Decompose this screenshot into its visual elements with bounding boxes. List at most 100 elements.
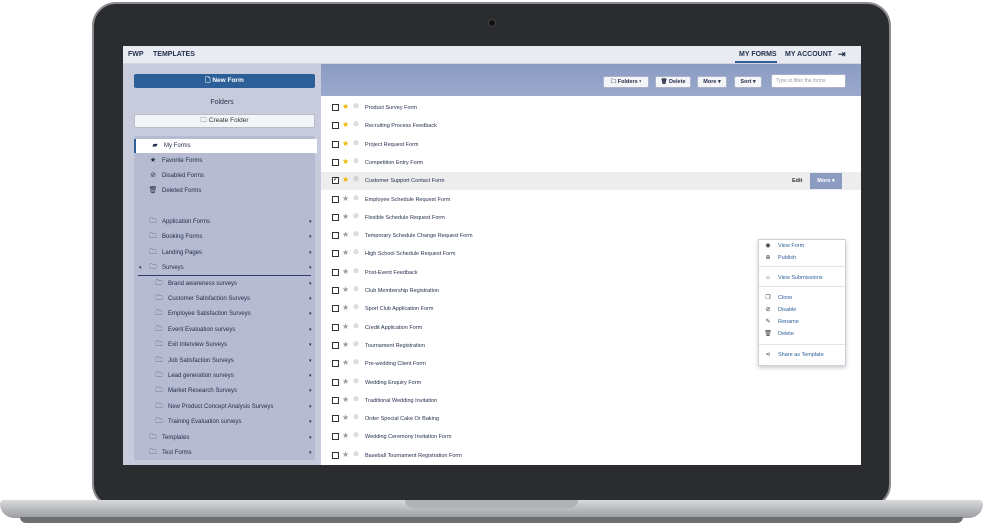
- my-account-link[interactable]: MY ACCOUNT: [785, 51, 832, 58]
- form-name[interactable]: Wedding Enquiry Form: [365, 379, 421, 387]
- disable-icon[interactable]: ⊘: [353, 194, 359, 204]
- favorite-star-icon[interactable]: ★: [342, 450, 349, 460]
- row-checkbox[interactable]: [332, 232, 339, 240]
- row-checkbox[interactable]: [332, 104, 339, 111]
- expand-caret-icon[interactable]: ▾: [139, 261, 142, 275]
- form-name[interactable]: Pre-wedding Client Form: [365, 360, 426, 368]
- form-row[interactable]: ★ ⊘ Competition Entry Form: [321, 154, 861, 172]
- folder-item[interactable]: 🗀 Event Evaluation surveys ▾: [134, 323, 315, 337]
- edit-form-link[interactable]: Edit: [792, 177, 802, 185]
- folder-menu-caret-icon[interactable]: ▾: [309, 307, 312, 321]
- favorite-star-icon[interactable]: ★: [342, 194, 349, 204]
- folders-dropdown-button[interactable]: 🗀 Folders ▾: [603, 76, 649, 88]
- folder-menu-caret-icon[interactable]: ▾: [309, 369, 312, 383]
- favorite-star-icon[interactable]: ★: [342, 413, 349, 423]
- row-checkbox[interactable]: [332, 305, 339, 313]
- row-checkbox[interactable]: [332, 213, 339, 221]
- folder-item[interactable]: 🗀 Templates ▾: [134, 431, 315, 445]
- form-row[interactable]: ★ ⊘ Baseball Tournament Registration Form: [321, 447, 861, 465]
- nav-item-deleted-forms[interactable]: 🗑 Deleted Forms: [134, 184, 315, 198]
- form-row[interactable]: ✓ ★ ⊘ Customer Support Contact Form Edit More…: [321, 172, 861, 191]
- folder-item[interactable]: 🗀 Landing Pages ▾: [134, 246, 315, 260]
- menu-item-share-as-template[interactable]: ⋖ Share as Template: [759, 350, 845, 360]
- folder-item[interactable]: 🗀 Job Satisfaction Surveys ▾: [134, 354, 315, 368]
- form-row[interactable]: ★ ⊘ Employee Schedule Request Form: [321, 191, 861, 209]
- folder-item[interactable]: 🗀 New Product Concept Analysis Surveys ▾: [134, 400, 315, 414]
- form-name[interactable]: Flexible Schedule Request Form: [365, 214, 445, 222]
- create-folder-button[interactable]: 🗀 Create Folder: [134, 114, 315, 128]
- folder-menu-caret-icon[interactable]: ▾: [309, 415, 312, 429]
- form-name[interactable]: Employee Schedule Request Form: [365, 196, 450, 204]
- form-row[interactable]: ★ ⊘ Wedding Enquiry Form: [321, 374, 861, 392]
- search-input[interactable]: Type to filter the forms: [771, 74, 846, 88]
- folder-menu-caret-icon[interactable]: ▾: [309, 230, 312, 244]
- row-checkbox[interactable]: [332, 158, 339, 166]
- folder-item[interactable]: ▾ 🗀 Surveys ▾: [134, 261, 315, 275]
- folder-menu-caret-icon[interactable]: ▾: [309, 215, 312, 229]
- menu-item-view-submissions[interactable]: ⌂ View Submissions: [759, 273, 845, 283]
- row-checkbox[interactable]: [332, 140, 339, 148]
- form-name[interactable]: Recruiting Process Feedback: [365, 122, 437, 130]
- sort-dropdown-button[interactable]: Sort ▾: [734, 76, 762, 88]
- form-name[interactable]: Club Membership Registration: [365, 287, 439, 295]
- disable-icon[interactable]: ⊘: [353, 267, 359, 277]
- row-checkbox[interactable]: [332, 360, 339, 368]
- form-name[interactable]: Baseball Tournament Registration Form: [365, 452, 462, 460]
- folder-item[interactable]: 🗀 Exit Interview Surveys ▾: [134, 338, 315, 352]
- row-checkbox[interactable]: [332, 250, 339, 258]
- disable-icon[interactable]: ⊘: [353, 450, 359, 460]
- form-name[interactable]: Competition Entry Form: [365, 159, 423, 167]
- row-checkbox[interactable]: [332, 195, 339, 203]
- favorite-star-icon[interactable]: ★: [342, 212, 349, 222]
- menu-item-clone[interactable]: ❐ Clone: [759, 293, 845, 303]
- disable-icon[interactable]: ⊘: [353, 431, 359, 441]
- menu-item-delete[interactable]: 🗑 Delete: [759, 329, 845, 339]
- disable-icon[interactable]: ⊘: [353, 248, 359, 258]
- disable-icon[interactable]: ⊘: [353, 175, 359, 185]
- row-checkbox[interactable]: [332, 396, 339, 404]
- row-checkbox[interactable]: [332, 451, 339, 459]
- form-name[interactable]: High School Schedule Request Form: [365, 250, 456, 258]
- form-row[interactable]: ★ ⊘ Traditional Wedding Invitation: [321, 392, 861, 410]
- folder-item[interactable]: 🗀 Training Evaluation surveys ▾: [134, 415, 315, 429]
- favorite-star-icon[interactable]: ★: [342, 285, 349, 295]
- form-name[interactable]: Order Special Cake Or Baking: [365, 415, 439, 423]
- folder-menu-caret-icon[interactable]: ▾: [309, 261, 312, 275]
- form-name[interactable]: Traditional Wedding Invitation: [365, 397, 437, 405]
- folder-menu-caret-icon[interactable]: ▾: [309, 446, 312, 460]
- favorite-star-icon[interactable]: ★: [342, 431, 349, 441]
- form-name[interactable]: Sport Club Application Form: [365, 305, 433, 313]
- row-checkbox[interactable]: [332, 415, 339, 423]
- logout-icon[interactable]: ⇥: [838, 49, 846, 60]
- favorite-star-icon[interactable]: ★: [342, 157, 349, 167]
- nav-item-favorite-forms[interactable]: ★ Favorite Forms: [134, 154, 315, 168]
- form-name[interactable]: Customer Support Contact Form: [365, 177, 444, 185]
- favorite-star-icon[interactable]: ★: [342, 395, 349, 405]
- favorite-star-icon[interactable]: ★: [342, 358, 349, 368]
- folder-menu-caret-icon[interactable]: ▾: [309, 431, 312, 445]
- folder-item[interactable]: 🗀 Test Forms ▾: [134, 446, 315, 460]
- menu-item-publish[interactable]: ⊕ Publish: [759, 253, 845, 263]
- form-name[interactable]: Product Survey Form: [365, 104, 417, 112]
- favorite-star-icon[interactable]: ★: [342, 267, 349, 277]
- row-checkbox[interactable]: ✓: [332, 177, 339, 185]
- row-checkbox[interactable]: [332, 287, 339, 294]
- folder-menu-caret-icon[interactable]: ▾: [309, 323, 312, 337]
- favorite-star-icon[interactable]: ★: [342, 102, 349, 112]
- folder-item[interactable]: 🗀 Customer Satisfaction Surveys ▾: [134, 292, 315, 306]
- disable-icon[interactable]: ⊘: [353, 358, 359, 368]
- favorite-star-icon[interactable]: ★: [342, 322, 349, 332]
- form-row[interactable]: ★ ⊘ Flexible Schedule Request Form: [321, 209, 861, 227]
- form-name[interactable]: Temporary Schedule Change Request Form: [365, 232, 473, 240]
- nav-item-disabled-forms[interactable]: ⊘ Disabled Forms: [134, 169, 315, 183]
- new-form-button[interactable]: 🗋 New Form: [134, 74, 315, 88]
- folder-item[interactable]: 🗀 Booking Forms ▾: [134, 230, 315, 244]
- row-checkbox[interactable]: [332, 122, 339, 130]
- favorite-star-icon[interactable]: ★: [342, 340, 349, 350]
- disable-icon[interactable]: ⊘: [353, 102, 359, 112]
- folder-item[interactable]: 🗀 Market Research Surveys ▾: [134, 384, 315, 398]
- folder-menu-caret-icon[interactable]: ▾: [309, 277, 312, 291]
- folder-menu-caret-icon[interactable]: ▾: [309, 338, 312, 352]
- row-checkbox[interactable]: [332, 323, 339, 331]
- disable-icon[interactable]: ⊘: [353, 413, 359, 423]
